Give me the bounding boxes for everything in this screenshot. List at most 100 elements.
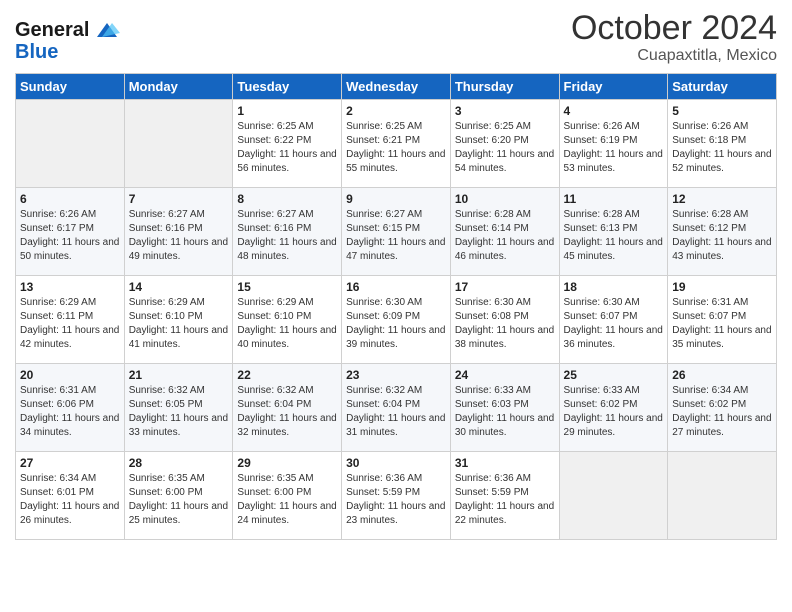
day-number: 10 [455, 192, 555, 206]
cell-info: Sunrise: 6:29 AM Sunset: 6:10 PM Dayligh… [237, 296, 337, 352]
month-title: October 2024 [571, 10, 777, 47]
calendar-cell: 18Sunrise: 6:30 AM Sunset: 6:07 PM Dayli… [559, 276, 668, 364]
calendar-cell: 15 Sunrise: 6:29 AM Sunset: 6:10 PM Dayli… [233, 276, 342, 364]
calendar-cell: 8 Sunrise: 6:27 AM Sunset: 6:16 PM Daylig… [233, 188, 342, 276]
week-row-2: 6Sunrise: 6:26 AM Sunset: 6:17 PM Daylig… [16, 188, 777, 276]
location-subtitle: Cuapaxtitla, Mexico [571, 47, 777, 65]
day-number: 5 [672, 104, 772, 118]
calendar-cell: 17 Sunrise: 6:30 AM Sunset: 6:08 PM Dayli… [450, 276, 559, 364]
calendar-cell: 10 Sunrise: 6:28 AM Sunset: 6:14 PM Dayli… [450, 188, 559, 276]
cell-info: Sunrise: 6:34 AM Sunset: 6:01 PM Dayligh… [20, 472, 120, 528]
calendar-cell: 30 Sunrise: 6:36 AM Sunset: 5:59 PM Dayli… [342, 452, 451, 540]
calendar-cell [668, 452, 777, 540]
day-number: 2 [346, 104, 446, 118]
day-number: 27 [20, 456, 120, 470]
cell-info: Sunrise: 6:26 AM Sunset: 6:19 PM Dayligh… [564, 120, 664, 176]
calendar-cell: 31 Sunrise: 6:36 AM Sunset: 5:59 PM Dayli… [450, 452, 559, 540]
cell-info: Sunrise: 6:30 AM Sunset: 6:08 PM Dayligh… [455, 296, 555, 352]
day-number: 15 [237, 280, 337, 294]
calendar-cell: 19 Sunrise: 6:31 AM Sunset: 6:07 PM Dayli… [668, 276, 777, 364]
calendar-cell: 1Sunrise: 6:25 AM Sunset: 6:22 PM Daylig… [233, 100, 342, 188]
day-number: 29 [237, 456, 337, 470]
col-saturday: Saturday [668, 74, 777, 100]
day-number: 22 [237, 368, 337, 382]
week-row-1: 1Sunrise: 6:25 AM Sunset: 6:22 PM Daylig… [16, 100, 777, 188]
day-number: 25 [564, 368, 664, 382]
day-number: 8 [237, 192, 337, 206]
cell-info: Sunrise: 6:30 AM Sunset: 6:07 PM Dayligh… [564, 296, 664, 352]
day-number: 9 [346, 192, 446, 206]
calendar-table: Sunday Monday Tuesday Wednesday Thursday… [15, 73, 777, 540]
day-number: 3 [455, 104, 555, 118]
col-wednesday: Wednesday [342, 74, 451, 100]
cell-info: Sunrise: 6:33 AM Sunset: 6:03 PM Dayligh… [455, 384, 555, 440]
cell-info: Sunrise: 6:32 AM Sunset: 6:04 PM Dayligh… [237, 384, 337, 440]
day-number: 26 [672, 368, 772, 382]
cell-info: Sunrise: 6:36 AM Sunset: 5:59 PM Dayligh… [346, 472, 446, 528]
calendar-container: General Blue October 2024 Cuapaxtitla, M… [0, 0, 792, 555]
cell-info: Sunrise: 6:30 AM Sunset: 6:09 PM Dayligh… [346, 296, 446, 352]
day-number: 6 [20, 192, 120, 206]
calendar-cell: 2Sunrise: 6:25 AM Sunset: 6:21 PM Daylig… [342, 100, 451, 188]
calendar-cell: 9Sunrise: 6:27 AM Sunset: 6:15 PM Daylig… [342, 188, 451, 276]
calendar-cell: 16 Sunrise: 6:30 AM Sunset: 6:09 PM Dayli… [342, 276, 451, 364]
cell-info: Sunrise: 6:28 AM Sunset: 6:14 PM Dayligh… [455, 208, 555, 264]
calendar-cell: 7 Sunrise: 6:27 AM Sunset: 6:16 PM Daylig… [124, 188, 233, 276]
cell-info: Sunrise: 6:35 AM Sunset: 6:00 PM Dayligh… [129, 472, 229, 528]
logo: General Blue [15, 15, 122, 64]
day-number: 11 [564, 192, 664, 206]
day-number: 20 [20, 368, 120, 382]
cell-info: Sunrise: 6:33 AM Sunset: 6:02 PM Dayligh… [564, 384, 664, 440]
title-block: October 2024 Cuapaxtitla, Mexico [571, 10, 777, 65]
col-monday: Monday [124, 74, 233, 100]
calendar-cell: 12Sunrise: 6:28 AM Sunset: 6:12 PM Dayli… [668, 188, 777, 276]
calendar-cell: 14 Sunrise: 6:29 AM Sunset: 6:10 PM Dayli… [124, 276, 233, 364]
calendar-cell: 6Sunrise: 6:26 AM Sunset: 6:17 PM Daylig… [16, 188, 125, 276]
cell-info: Sunrise: 6:32 AM Sunset: 6:04 PM Dayligh… [346, 384, 446, 440]
header: General Blue October 2024 Cuapaxtitla, M… [15, 10, 777, 65]
calendar-cell: 3 Sunrise: 6:25 AM Sunset: 6:20 PM Daylig… [450, 100, 559, 188]
calendar-cell: 4 Sunrise: 6:26 AM Sunset: 6:19 PM Daylig… [559, 100, 668, 188]
day-number: 24 [455, 368, 555, 382]
col-friday: Friday [559, 74, 668, 100]
day-number: 4 [564, 104, 664, 118]
calendar-cell: 28 Sunrise: 6:35 AM Sunset: 6:00 PM Dayli… [124, 452, 233, 540]
calendar-cell: 29Sunrise: 6:35 AM Sunset: 6:00 PM Dayli… [233, 452, 342, 540]
day-number: 21 [129, 368, 229, 382]
calendar-cell: 27 Sunrise: 6:34 AM Sunset: 6:01 PM Dayli… [16, 452, 125, 540]
cell-info: Sunrise: 6:36 AM Sunset: 5:59 PM Dayligh… [455, 472, 555, 528]
header-row: Sunday Monday Tuesday Wednesday Thursday… [16, 74, 777, 100]
day-number: 28 [129, 456, 229, 470]
day-number: 13 [20, 280, 120, 294]
calendar-cell [559, 452, 668, 540]
calendar-cell: 24 Sunrise: 6:33 AM Sunset: 6:03 PM Dayli… [450, 364, 559, 452]
day-number: 31 [455, 456, 555, 470]
cell-info: Sunrise: 6:28 AM Sunset: 6:13 PM Dayligh… [564, 208, 664, 264]
day-number: 23 [346, 368, 446, 382]
calendar-cell: 23 Sunrise: 6:32 AM Sunset: 6:04 PM Dayli… [342, 364, 451, 452]
cell-info: Sunrise: 6:31 AM Sunset: 6:07 PM Dayligh… [672, 296, 772, 352]
day-number: 1 [237, 104, 337, 118]
day-number: 17 [455, 280, 555, 294]
cell-info: Sunrise: 6:27 AM Sunset: 6:16 PM Dayligh… [129, 208, 229, 264]
day-number: 19 [672, 280, 772, 294]
cell-info: Sunrise: 6:26 AM Sunset: 6:18 PM Dayligh… [672, 120, 772, 176]
cell-info: Sunrise: 6:27 AM Sunset: 6:16 PM Dayligh… [237, 208, 337, 264]
cell-info: Sunrise: 6:29 AM Sunset: 6:11 PM Dayligh… [20, 296, 120, 352]
day-number: 14 [129, 280, 229, 294]
cell-info: Sunrise: 6:29 AM Sunset: 6:10 PM Dayligh… [129, 296, 229, 352]
week-row-3: 13 Sunrise: 6:29 AM Sunset: 6:11 PM Dayli… [16, 276, 777, 364]
cell-info: Sunrise: 6:25 AM Sunset: 6:20 PM Dayligh… [455, 120, 555, 176]
day-number: 16 [346, 280, 446, 294]
week-row-4: 20Sunrise: 6:31 AM Sunset: 6:06 PM Dayli… [16, 364, 777, 452]
col-tuesday: Tuesday [233, 74, 342, 100]
cell-info: Sunrise: 6:32 AM Sunset: 6:05 PM Dayligh… [129, 384, 229, 440]
col-thursday: Thursday [450, 74, 559, 100]
calendar-cell: 13 Sunrise: 6:29 AM Sunset: 6:11 PM Dayli… [16, 276, 125, 364]
calendar-cell: 20Sunrise: 6:31 AM Sunset: 6:06 PM Dayli… [16, 364, 125, 452]
day-number: 30 [346, 456, 446, 470]
day-number: 7 [129, 192, 229, 206]
calendar-cell: 21 Sunrise: 6:32 AM Sunset: 6:05 PM Dayli… [124, 364, 233, 452]
calendar-cell [124, 100, 233, 188]
calendar-cell: 22 Sunrise: 6:32 AM Sunset: 6:04 PM Dayli… [233, 364, 342, 452]
